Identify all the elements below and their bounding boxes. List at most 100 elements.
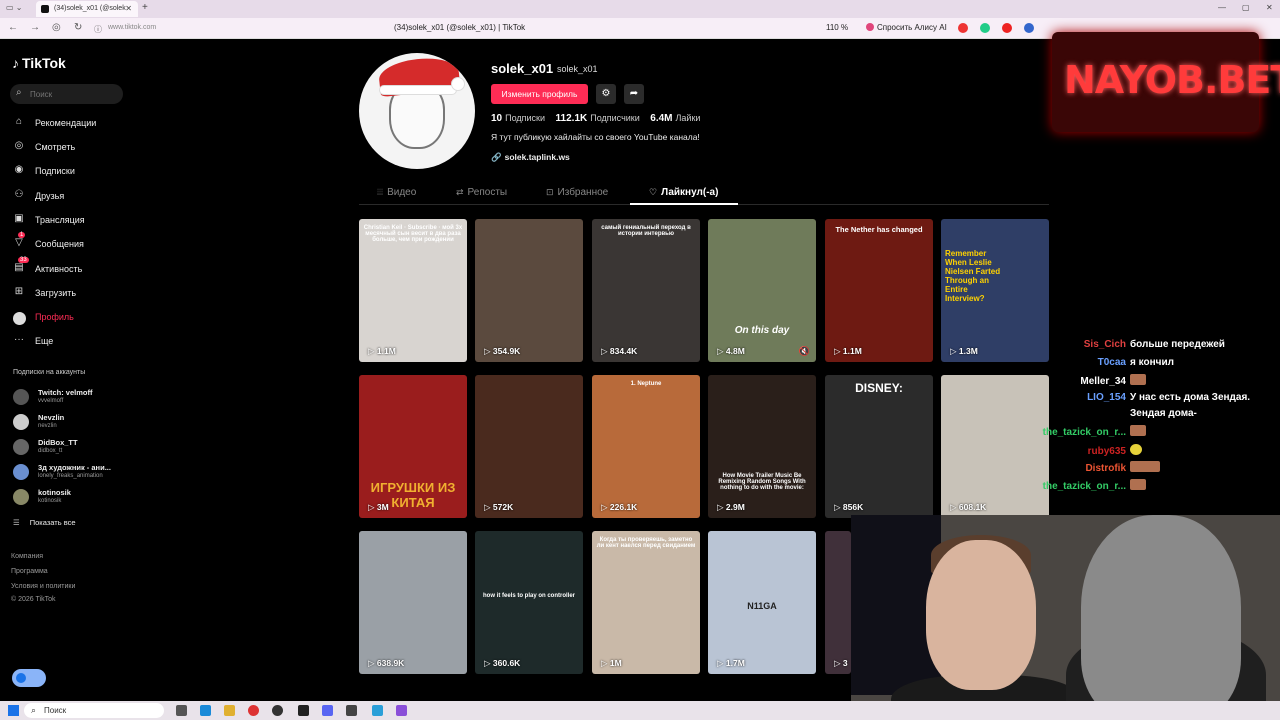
- site-info-icon[interactable]: ⓘ: [94, 24, 102, 35]
- play-icon: ▷: [717, 658, 726, 668]
- muted-icon[interactable]: 🔇: [799, 346, 810, 357]
- heart-icon: ♡: [649, 187, 658, 197]
- close-window-button[interactable]: ✕: [1266, 3, 1273, 12]
- stat-followers[interactable]: 112.1K Подписчики: [556, 113, 640, 124]
- followed-account[interactable]: Nevzlin nevzlin: [13, 411, 133, 433]
- video-thumbnail[interactable]: Christian Keil · Subscribe · мой 3х меся…: [359, 219, 467, 362]
- chat-text: Зендая дома-: [1130, 408, 1197, 419]
- tab-videos[interactable]: ⦙⦙⦙ Видео: [377, 187, 416, 198]
- edge-icon[interactable]: [200, 705, 211, 716]
- view-count-value: 1M: [609, 658, 622, 668]
- account-handle: vvvelmoff: [38, 398, 64, 404]
- profile-avatar[interactable]: [359, 53, 475, 169]
- account-handle: kotinosik: [38, 498, 62, 504]
- obs-icon[interactable]: [272, 705, 283, 716]
- back-icon[interactable]: ←: [8, 22, 18, 33]
- tiktok-logo[interactable]: ♪ TikTok: [12, 55, 66, 71]
- reload-icon[interactable]: ↻: [74, 22, 82, 33]
- streamer-face: [926, 540, 1036, 690]
- stat-following[interactable]: 10 Подписки: [491, 113, 545, 124]
- santa-hat-pompom: [451, 77, 465, 91]
- app-icon[interactable]: [396, 705, 407, 716]
- chat-username: LIO_154: [1087, 392, 1126, 403]
- nav-label: Активность: [35, 264, 83, 274]
- account-name: kotinosik: [38, 488, 71, 497]
- url-field[interactable]: www.tiktok.com: [108, 24, 156, 31]
- home-icon[interactable]: ◎: [52, 22, 61, 33]
- close-tab-icon[interactable]: ✕: [125, 4, 132, 13]
- nav-item-explore[interactable]: ◎ Смотреть: [12, 140, 132, 158]
- nav-item-more[interactable]: ··· Еще: [12, 334, 132, 352]
- task-view-icon[interactable]: [176, 705, 187, 716]
- repost-icon: ⇄: [456, 187, 464, 197]
- video-thumbnail[interactable]: Когда ты проверяешь, заметно ли кент нае…: [592, 531, 700, 674]
- taskbar-search[interactable]: ⌕ Поиск: [24, 703, 164, 718]
- search-box[interactable]: ⌕: [10, 84, 123, 104]
- video-thumbnail[interactable]: The Nether has changed ▷ 1.1M: [825, 219, 933, 362]
- settings-icon[interactable]: ⚙: [596, 84, 616, 104]
- video-thumbnail[interactable]: ИГРУШКИ ИЗ КИТАЯ ▷ 3M: [359, 375, 467, 518]
- extension-icon[interactable]: [980, 23, 990, 33]
- video-thumbnail[interactable]: ▷ 572K: [475, 375, 583, 518]
- video-thumbnail[interactable]: ▷ 638.9K: [359, 531, 467, 674]
- nav-item-friends[interactable]: ⚇ Друзья: [12, 189, 132, 207]
- extension-icon[interactable]: [1002, 23, 1012, 33]
- avatar: [13, 414, 29, 430]
- video-thumbnail[interactable]: On this day ▷ 4.8M 🔇: [708, 219, 816, 362]
- followed-account[interactable]: DidBox_TT didbox_tt: [13, 436, 133, 458]
- footer-link-program[interactable]: Программа: [11, 568, 48, 575]
- video-thumbnail[interactable]: ▷ 3: [825, 531, 851, 674]
- maximize-button[interactable]: ▢: [1242, 3, 1250, 12]
- video-thumbnail[interactable]: how it feels to play on controller ▷ 360.…: [475, 531, 583, 674]
- windows-start-icon[interactable]: [8, 705, 19, 716]
- app-icon[interactable]: [298, 705, 309, 716]
- browser-tab[interactable]: (34)solek_x01 (@solek ✕: [36, 1, 138, 17]
- nav-item-messages[interactable]: ▽ 1 Сообщения: [12, 232, 132, 255]
- video-thumbnail[interactable]: ▷ 354.9K: [475, 219, 583, 362]
- show-all-button[interactable]: ☰ Показать все: [13, 518, 76, 527]
- nav-label: Профиль: [35, 312, 74, 322]
- video-thumbnail[interactable]: самый гениальный переход в истории интер…: [592, 219, 700, 362]
- extension-icon[interactable]: [958, 23, 968, 33]
- zoom-level[interactable]: 110 %: [826, 23, 848, 32]
- friends-icon: ⚇: [14, 189, 24, 200]
- nav-item-upload[interactable]: ⊞ Загрузить: [12, 286, 132, 304]
- video-thumbnail[interactable]: DISNEY: ▷ 856K: [825, 375, 933, 518]
- tab-reposts[interactable]: ⇄ Репосты: [456, 187, 507, 198]
- footer-link-terms[interactable]: Условия и политики: [11, 583, 75, 590]
- forward-icon[interactable]: →: [30, 22, 40, 33]
- new-tab-button[interactable]: +: [142, 2, 148, 13]
- search-input[interactable]: [30, 87, 116, 101]
- nav-item-live[interactable]: ▣ Трансляция: [12, 213, 132, 231]
- followed-account[interactable]: kotinosik kotinosik: [13, 486, 133, 508]
- nav-item-profile[interactable]: Профиль: [12, 310, 132, 328]
- edit-profile-button[interactable]: Изменить профиль: [491, 84, 588, 104]
- tab-liked[interactable]: ♡ Лайкнул(-а): [649, 187, 718, 198]
- stat-likes: 6.4M Лайки: [650, 113, 700, 124]
- telegram-icon[interactable]: [372, 705, 383, 716]
- video-thumbnail[interactable]: 1. Neptune ▷ 226.1K: [592, 375, 700, 518]
- followed-account[interactable]: 3д художник - ани... lonely_freaks_animat…: [13, 461, 133, 483]
- theme-toggle[interactable]: [12, 669, 46, 687]
- tab-favorites[interactable]: ⊡ Избранное: [546, 187, 608, 198]
- alice-button[interactable]: Спросить Алису AI: [866, 23, 947, 32]
- nav-item-for-you[interactable]: ⌂ Рекомендации: [12, 116, 132, 134]
- video-thumbnail[interactable]: N11GA ▷ 1.7M: [708, 531, 816, 674]
- santa-hat-rim: [379, 85, 457, 95]
- nav-item-following[interactable]: ◉ Подписки: [12, 164, 132, 182]
- discord-icon[interactable]: [322, 705, 333, 716]
- followed-account[interactable]: Twitch: velmoff vvvelmoff: [13, 386, 133, 408]
- tab-actions-icon[interactable]: ▭ ⌄: [6, 3, 22, 12]
- share-icon[interactable]: ➦: [624, 84, 644, 104]
- explorer-icon[interactable]: [224, 705, 235, 716]
- profile-avatar-icon: [13, 312, 26, 325]
- video-thumbnail[interactable]: How Movie Trailer Music Be Remixing Rand…: [708, 375, 816, 518]
- profile-link[interactable]: 🔗 solek.taplink.ws: [491, 152, 570, 163]
- browser-tab-title: (34)solek_x01 (@solek: [54, 5, 126, 12]
- calculator-icon[interactable]: [346, 705, 357, 716]
- extension-icon[interactable]: [1024, 23, 1034, 33]
- footer-link-company[interactable]: Компания: [11, 553, 43, 560]
- nav-item-activity[interactable]: ▤ 33 Активность: [12, 257, 132, 280]
- minimize-button[interactable]: —: [1218, 3, 1226, 12]
- yandex-icon[interactable]: [248, 705, 259, 716]
